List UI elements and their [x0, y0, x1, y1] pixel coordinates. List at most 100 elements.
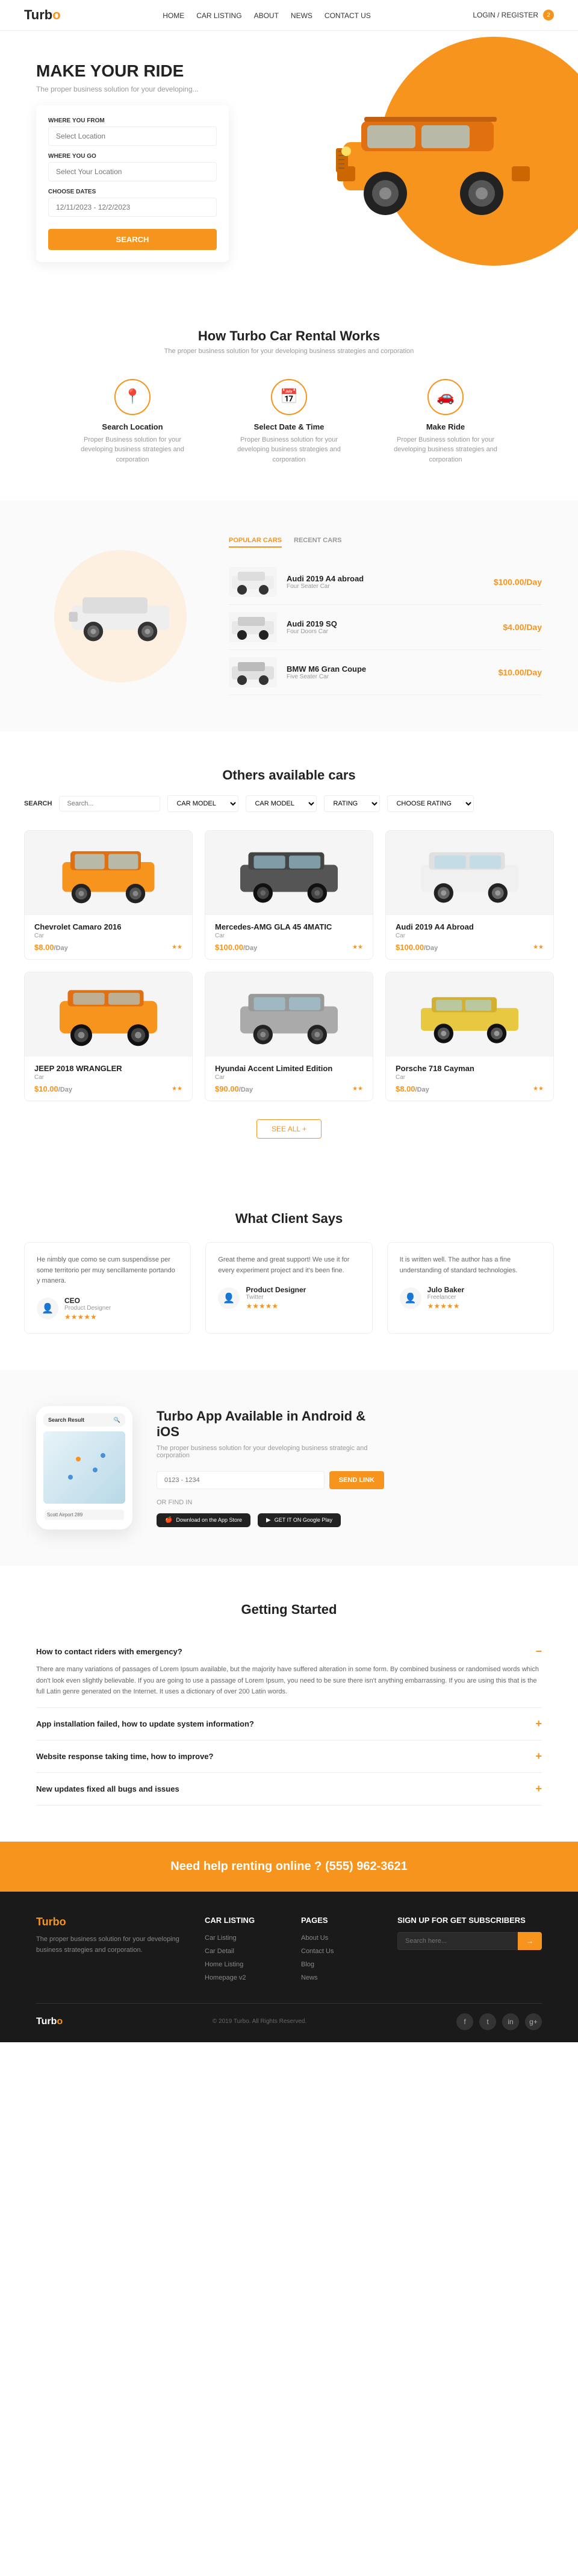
car-card-type-5: Car: [215, 1074, 363, 1081]
social-googleplus-icon[interactable]: g+: [525, 2013, 542, 2030]
car-card-img-6: [386, 972, 553, 1057]
car-card-img-4: [25, 972, 192, 1057]
car-info-1: Audi 2019 A4 abroad Four Seater Car: [287, 574, 484, 590]
footer-top: Turbo The proper business solution for y…: [36, 1916, 542, 1985]
footer-link-home-listing[interactable]: Home Listing: [205, 1961, 243, 1968]
logo: Turbo: [24, 7, 61, 23]
footer-col-1: CAR LISTING Car Listing Car Detail Home …: [205, 1916, 277, 1985]
testimonial-stars-1: ★★★★★: [64, 1313, 111, 1321]
step2-desc: Proper Business solution for your develo…: [229, 435, 349, 465]
faq-question-text-4: New updates fixed all bugs and issues: [36, 1784, 179, 1793]
cart-badge[interactable]: 2: [543, 10, 554, 20]
author-avatar-2: 👤: [218, 1287, 240, 1309]
app-map: [43, 1431, 125, 1504]
faq-toggle-3: +: [535, 1750, 542, 1763]
app-phone-field[interactable]: [157, 1471, 325, 1489]
hero-section: MAKE YOUR RIDE The proper business solut…: [0, 31, 578, 292]
map-dot-1: [76, 1457, 81, 1462]
nav-right: LOGIN / REGISTER 2: [473, 10, 554, 20]
car-card-5: Hyundai Accent Limited Edition Car $90.0…: [205, 972, 373, 1101]
testimonials-section: What Client Says He nimbly que como se c…: [0, 1175, 578, 1370]
footer-link-homepage-v2[interactable]: Homepage v2: [205, 1974, 246, 1981]
from-input[interactable]: [48, 127, 217, 146]
see-all-container: SEE ALL +: [24, 1119, 554, 1139]
faq-question-4[interactable]: New updates fixed all bugs and issues +: [36, 1783, 542, 1795]
author-info-1: CEO Product Designer ★★★★★: [64, 1296, 111, 1321]
car-model-select-2[interactable]: CAR MODEL: [246, 795, 317, 812]
nav-news[interactable]: NEWS: [291, 11, 312, 20]
nav-home[interactable]: HOME: [163, 11, 184, 20]
google-play-badge[interactable]: ▶ GET IT ON Google Play: [258, 1513, 341, 1527]
social-twitter-icon[interactable]: t: [479, 2013, 496, 2030]
faq-question-text-1: How to contact riders with emergency?: [36, 1647, 182, 1656]
choose-rating-select[interactable]: CHOOSE RATING: [387, 795, 474, 812]
footer-link-about[interactable]: About Us: [301, 1934, 328, 1942]
author-info-2: Product Designer Twitter ★★★★★: [246, 1286, 306, 1310]
social-linkedin-icon[interactable]: in: [502, 2013, 519, 2030]
nav-contact[interactable]: CONTACT US: [325, 11, 371, 20]
popular-tabs: POPULAR CARS RECENT CARS: [229, 537, 542, 548]
app-phone-input-row: SEND LINK: [157, 1471, 384, 1489]
app-store-badge[interactable]: 🍎 Download on the App Store: [157, 1513, 250, 1527]
popular-car-image-container: [36, 537, 205, 695]
car-card-img-5: [205, 972, 373, 1057]
testimonial-author-2: 👤 Product Designer Twitter ★★★★★: [218, 1286, 359, 1310]
map-dot-3: [68, 1475, 73, 1480]
car-price-3: $10.00/Day: [499, 667, 542, 677]
testimonial-author-1: 👤 CEO Product Designer ★★★★★: [37, 1296, 178, 1321]
testimonials-title: What Client Says: [24, 1211, 554, 1227]
search-button[interactable]: SEARCH: [48, 229, 217, 250]
faq-answer-1: There are many variations of passages of…: [36, 1664, 542, 1698]
social-facebook-icon[interactable]: f: [456, 2013, 473, 2030]
newsletter-input[interactable]: [397, 1932, 518, 1950]
search-label: SEARCH: [24, 800, 52, 807]
footer-link-car-listing[interactable]: Car Listing: [205, 1934, 237, 1942]
booking-form: WHERE YOU FROM WHERE YOU GO CHOOSE DATES…: [36, 105, 229, 262]
testimonial-2: Great theme and great support! We use it…: [205, 1242, 372, 1334]
nav-car-listing[interactable]: CAR LISTING: [196, 11, 241, 20]
faq-question-3[interactable]: Website response taking time, how to imp…: [36, 1750, 542, 1763]
footer-link-news[interactable]: News: [301, 1974, 318, 1981]
login-link[interactable]: LOGIN / REGISTER: [473, 11, 538, 19]
footer-newsletter-form: →: [397, 1932, 542, 1950]
app-result-info: Scott Airport 289: [43, 1507, 125, 1522]
testimonial-stars-3: ★★★★★: [427, 1302, 464, 1310]
footer-link-blog[interactable]: Blog: [301, 1961, 314, 1968]
car-card-stars-1: ★★: [172, 944, 182, 951]
tab-recent-cars[interactable]: RECENT CARS: [294, 537, 341, 548]
footer-bottom: Turbo © 2019 Turbo. All Rights Reserved.…: [36, 2003, 542, 2030]
tab-popular-cars[interactable]: POPULAR CARS: [229, 537, 282, 548]
rating-select[interactable]: RATING: [324, 795, 380, 812]
car-card-stars-6: ★★: [533, 1086, 544, 1092]
cars-search-input[interactable]: [59, 796, 160, 811]
footer: Turbo The proper business solution for y…: [0, 1892, 578, 2042]
nav-about[interactable]: ABOUT: [254, 11, 279, 20]
footer-brand-col: Turbo The proper business solution for y…: [36, 1916, 181, 1985]
hero-subtitle: The proper business solution for your de…: [36, 85, 265, 93]
car-type-3: Five Seater Car: [287, 674, 489, 680]
hero-right: [289, 31, 578, 292]
testimonial-stars-2: ★★★★★: [246, 1302, 306, 1310]
send-link-button[interactable]: SEND LINK: [329, 1471, 384, 1489]
testimonials-grid: He nimbly que como se cum suspendisse pe…: [24, 1242, 554, 1334]
car-type-2: Four Doors Car: [287, 628, 493, 635]
list-item: Audi 2019 SQ Four Doors Car $4.00/Day: [229, 605, 542, 650]
footer-link-contact[interactable]: Contact Us: [301, 1948, 334, 1955]
faq-question-1[interactable]: How to contact riders with emergency? −: [36, 1645, 542, 1658]
car-card-price-2: $100.00/Day: [215, 943, 257, 952]
car-model-select-1[interactable]: CAR MODEL: [167, 795, 238, 812]
newsletter-submit[interactable]: →: [518, 1932, 542, 1950]
see-all-button[interactable]: SEE ALL +: [256, 1119, 322, 1139]
faq-question-2[interactable]: App installation failed, how to update s…: [36, 1718, 542, 1730]
search-location-icon: 📍: [114, 379, 151, 415]
dates-input[interactable]: [48, 198, 217, 217]
footer-col-title-1: CAR LISTING: [205, 1916, 277, 1925]
car-card-img-2: [205, 831, 373, 915]
footer-link-car-detail[interactable]: Car Detail: [205, 1948, 234, 1955]
to-input[interactable]: [48, 162, 217, 181]
car-card-name-5: Hyundai Accent Limited Edition: [215, 1064, 363, 1073]
apple-icon: 🍎: [165, 1517, 172, 1524]
car-name-1: Audi 2019 A4 abroad: [287, 574, 484, 583]
author-role-3: Freelancer: [427, 1294, 464, 1301]
app-section: Search Result 🔍 Scott Airport 289 Turbo …: [0, 1370, 578, 1566]
